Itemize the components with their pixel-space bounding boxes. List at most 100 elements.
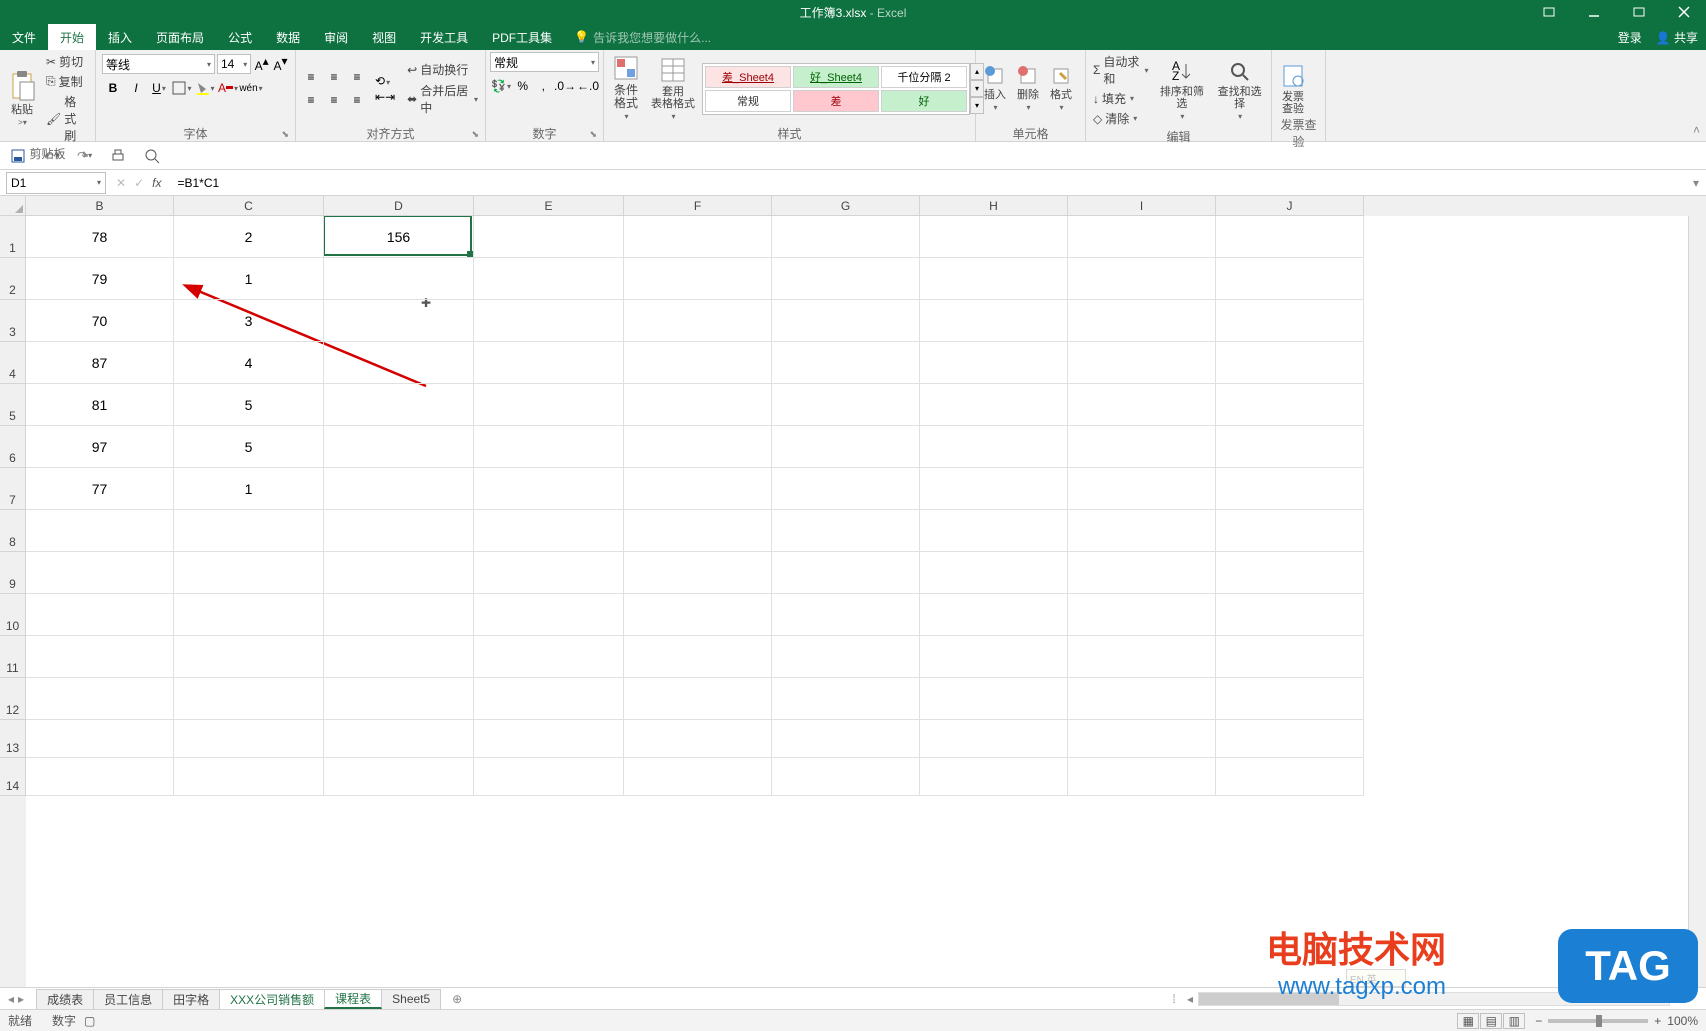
row-header-6[interactable]: 6 bbox=[0, 426, 26, 468]
view-layout-icon[interactable]: ▤ bbox=[1480, 1013, 1502, 1029]
cell-E5[interactable] bbox=[474, 384, 624, 426]
tab-data[interactable]: 数据 bbox=[264, 24, 312, 50]
row-header-3[interactable]: 3 bbox=[0, 300, 26, 342]
col-header-J[interactable]: J bbox=[1216, 196, 1364, 216]
cell-G8[interactable] bbox=[772, 510, 920, 552]
cell-B5[interactable]: 81 bbox=[26, 384, 174, 426]
tab-formula[interactable]: 公式 bbox=[216, 24, 264, 50]
cell-E8[interactable] bbox=[474, 510, 624, 552]
cell-J6[interactable] bbox=[1216, 426, 1364, 468]
shrink-font-icon[interactable]: A▾ bbox=[272, 54, 289, 74]
cell-H14[interactable] bbox=[920, 758, 1068, 796]
align-top-icon[interactable]: ≡ bbox=[300, 66, 322, 88]
cell-F10[interactable] bbox=[624, 594, 772, 636]
row-header-4[interactable]: 4 bbox=[0, 342, 26, 384]
cell-G10[interactable] bbox=[772, 594, 920, 636]
cell-E2[interactable] bbox=[474, 258, 624, 300]
comma-icon[interactable]: , bbox=[533, 75, 553, 97]
cell-D4[interactable] bbox=[324, 342, 474, 384]
cell-G14[interactable] bbox=[772, 758, 920, 796]
cell-J1[interactable] bbox=[1216, 216, 1364, 258]
cell-G11[interactable] bbox=[772, 636, 920, 678]
underline-button[interactable]: U▾ bbox=[148, 77, 170, 99]
cell-C2[interactable]: 1 bbox=[174, 258, 324, 300]
col-header-E[interactable]: E bbox=[474, 196, 624, 216]
minimize-icon[interactable] bbox=[1571, 0, 1616, 24]
col-header-B[interactable]: B bbox=[26, 196, 174, 216]
sheet-nav-next-icon[interactable]: ▸ bbox=[18, 992, 24, 1006]
align-middle-icon[interactable]: ≡ bbox=[323, 66, 345, 88]
tab-view[interactable]: 视图 bbox=[360, 24, 408, 50]
tab-pdf[interactable]: PDF工具集 bbox=[480, 24, 564, 50]
cell-C12[interactable] bbox=[174, 678, 324, 720]
cell-I12[interactable] bbox=[1068, 678, 1216, 720]
cell-J13[interactable] bbox=[1216, 720, 1364, 758]
cell-H9[interactable] bbox=[920, 552, 1068, 594]
cell-B4[interactable]: 87 bbox=[26, 342, 174, 384]
row-header-9[interactable]: 9 bbox=[0, 552, 26, 594]
vscrollbar[interactable] bbox=[1688, 216, 1706, 987]
cell-G4[interactable] bbox=[772, 342, 920, 384]
login-button[interactable]: 登录 bbox=[1618, 29, 1642, 46]
tab-dev[interactable]: 开发工具 bbox=[408, 24, 480, 50]
cell-D10[interactable] bbox=[324, 594, 474, 636]
number-format-combo[interactable]: ▾ bbox=[490, 52, 599, 72]
cell-H4[interactable] bbox=[920, 342, 1068, 384]
tab-file[interactable]: 文件 bbox=[0, 24, 48, 50]
cell-C8[interactable] bbox=[174, 510, 324, 552]
cell-H7[interactable] bbox=[920, 468, 1068, 510]
delete-button[interactable]: 删除▾ bbox=[1013, 63, 1043, 114]
cell-E7[interactable] bbox=[474, 468, 624, 510]
cell-J11[interactable] bbox=[1216, 636, 1364, 678]
row-header-2[interactable]: 2 bbox=[0, 258, 26, 300]
row-header-12[interactable]: 12 bbox=[0, 678, 26, 720]
add-sheet-button[interactable]: ⊕ bbox=[446, 992, 468, 1006]
cond-format-button[interactable]: 条件格式▾ bbox=[608, 52, 644, 125]
cell-G3[interactable] bbox=[772, 300, 920, 342]
cell-H5[interactable] bbox=[920, 384, 1068, 426]
row-header-7[interactable]: 7 bbox=[0, 468, 26, 510]
cell-H3[interactable] bbox=[920, 300, 1068, 342]
sheet-nav-prev-icon[interactable]: ◂ bbox=[8, 992, 14, 1006]
currency-icon[interactable]: 💱▾ bbox=[490, 75, 512, 97]
cell-G9[interactable] bbox=[772, 552, 920, 594]
cell-B6[interactable]: 97 bbox=[26, 426, 174, 468]
print-icon[interactable] bbox=[110, 148, 126, 164]
cell-H8[interactable] bbox=[920, 510, 1068, 552]
cell-C5[interactable]: 5 bbox=[174, 384, 324, 426]
style-good-sheet4[interactable]: 好_Sheet4 bbox=[793, 66, 879, 88]
cell-H2[interactable] bbox=[920, 258, 1068, 300]
grow-font-icon[interactable]: A▴ bbox=[253, 54, 270, 74]
font-launcher-icon[interactable]: ⬊ bbox=[281, 129, 289, 140]
cell-I4[interactable] bbox=[1068, 342, 1216, 384]
number-launcher-icon[interactable]: ⬊ bbox=[589, 129, 597, 140]
cell-D11[interactable] bbox=[324, 636, 474, 678]
paste-button[interactable]: 粘贴>▾ bbox=[4, 68, 40, 129]
cell-C11[interactable] bbox=[174, 636, 324, 678]
indent-dec-icon[interactable]: ⇤ bbox=[375, 90, 385, 104]
cell-B12[interactable] bbox=[26, 678, 174, 720]
cell-E1[interactable] bbox=[474, 216, 624, 258]
cell-C4[interactable]: 4 bbox=[174, 342, 324, 384]
cell-I6[interactable] bbox=[1068, 426, 1216, 468]
style-bad-sheet4[interactable]: 差_Sheet4 bbox=[705, 66, 791, 88]
view-break-icon[interactable]: ▥ bbox=[1503, 1013, 1525, 1029]
cell-E3[interactable] bbox=[474, 300, 624, 342]
italic-button[interactable]: I bbox=[125, 77, 147, 99]
row-header-11[interactable]: 11 bbox=[0, 636, 26, 678]
cell-G13[interactable] bbox=[772, 720, 920, 758]
cell-D9[interactable] bbox=[324, 552, 474, 594]
cell-B9[interactable] bbox=[26, 552, 174, 594]
sheet-tab-成绩表[interactable]: 成绩表 bbox=[36, 989, 94, 1009]
cell-B11[interactable] bbox=[26, 636, 174, 678]
name-box[interactable]: ▾ bbox=[6, 172, 106, 194]
col-header-G[interactable]: G bbox=[772, 196, 920, 216]
tell-me[interactable]: 💡 告诉我您想要做什么... bbox=[574, 24, 711, 50]
cell-E6[interactable] bbox=[474, 426, 624, 468]
dec-decimal-icon[interactable]: ←.0 bbox=[577, 75, 599, 97]
cell-I13[interactable] bbox=[1068, 720, 1216, 758]
cell-D3[interactable] bbox=[324, 300, 474, 342]
close-icon[interactable] bbox=[1661, 0, 1706, 24]
indent-inc-icon[interactable]: ⇥ bbox=[385, 90, 395, 104]
cell-C9[interactable] bbox=[174, 552, 324, 594]
